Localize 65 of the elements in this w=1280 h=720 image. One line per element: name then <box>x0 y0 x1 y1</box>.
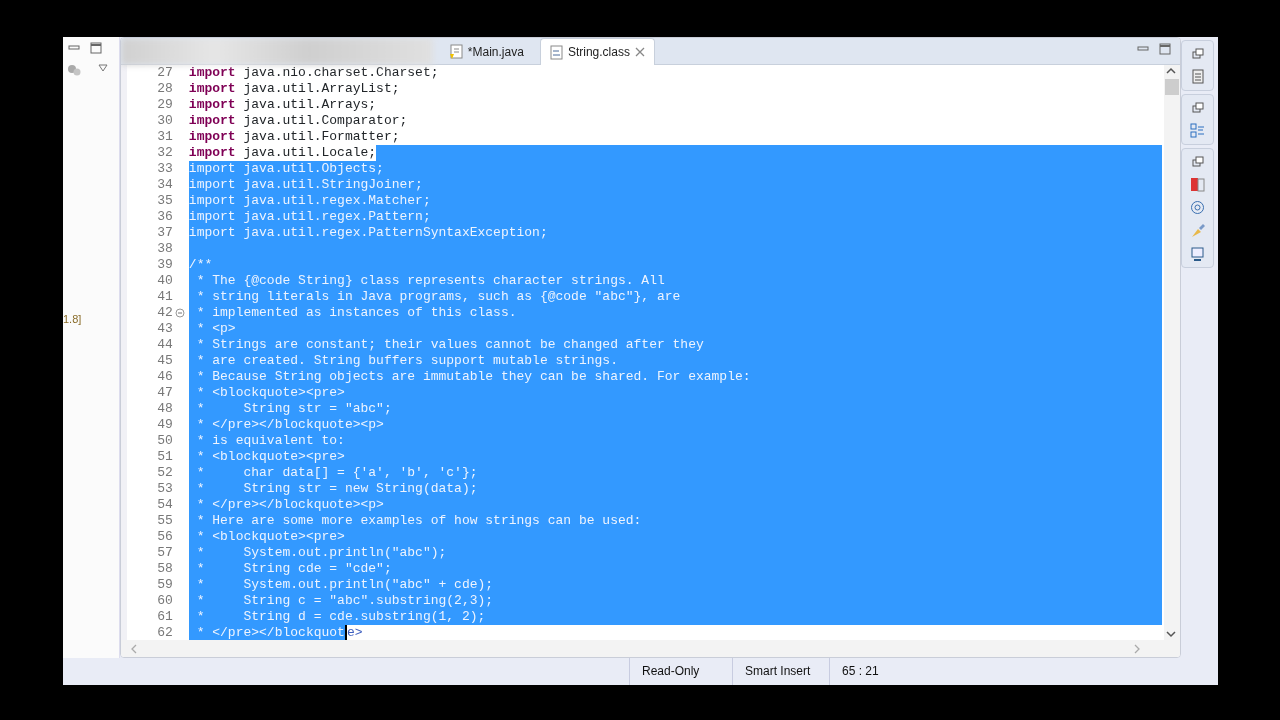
line-number: 38 <box>156 241 173 257</box>
vertical-scrollbar[interactable] <box>1164 65 1181 641</box>
line-number: 42 <box>126 305 173 321</box>
panel-label: 1.8] <box>63 312 83 327</box>
line-number: 57 <box>156 545 173 561</box>
line-number: 58 <box>156 561 173 577</box>
line-number: 40 <box>156 273 173 289</box>
line-number: 55 <box>156 513 173 529</box>
file-icon <box>448 44 464 59</box>
maximize-icon[interactable] <box>89 41 103 55</box>
status-field: Read-Only <box>629 658 732 685</box>
line-number: 50 <box>156 433 173 449</box>
line-number: 52 <box>156 465 173 481</box>
line-number: 56 <box>156 529 173 545</box>
line-number: 60 <box>156 593 173 609</box>
error-log-icon[interactable] <box>1190 177 1206 192</box>
close-icon[interactable] <box>633 46 646 58</box>
line-number: 32 <box>156 145 173 161</box>
line-number: 46 <box>156 369 173 385</box>
restore-icon[interactable] <box>1190 47 1205 61</box>
line-number: 43 <box>156 321 173 337</box>
collapse-icon[interactable] <box>174 308 185 318</box>
restore-icon[interactable] <box>1190 101 1205 115</box>
line-number: 49 <box>156 417 173 433</box>
line-number: 33 <box>156 161 173 177</box>
code-line: import java.util.Comparator; <box>188 113 408 129</box>
line-number: 30 <box>156 113 173 129</box>
line-number: 35 <box>156 193 173 209</box>
outline-icon[interactable] <box>1190 123 1206 138</box>
editor-tab[interactable]: String.class <box>539 38 655 65</box>
status-field: 65 : 21 <box>829 658 909 685</box>
line-number: 28 <box>156 81 173 97</box>
line-number: 47 <box>156 385 173 401</box>
code-line: e> <box>346 625 363 641</box>
line-number: 29 <box>156 97 173 113</box>
line-number: 59 <box>156 577 173 593</box>
line-number: 54 <box>156 497 173 513</box>
line-number: 45 <box>156 353 173 369</box>
editor-tab[interactable]: *Main.java <box>440 38 532 65</box>
line-number: 34 <box>156 177 173 193</box>
line-number: 37 <box>156 225 173 241</box>
line-number: 48 <box>156 401 173 417</box>
line-number: 44 <box>156 337 173 353</box>
status-field: Smart Insert <box>732 658 829 685</box>
horizontal-scrollbar[interactable] <box>120 640 1181 657</box>
code-line: import java.nio.charset.Charset; <box>188 65 439 81</box>
brush-icon[interactable] <box>1190 223 1206 238</box>
code-line: import java.util.ArrayList; <box>188 81 400 97</box>
line-number: 61 <box>156 609 173 625</box>
line-number: 27 <box>156 65 173 81</box>
scrollbar-thumb[interactable] <box>1165 79 1180 95</box>
line-number: 39 <box>156 257 173 273</box>
document-icon[interactable] <box>1190 69 1206 84</box>
code-line: import java.util.Arrays; <box>188 97 377 113</box>
line-number: 41 <box>156 289 173 305</box>
line-number: 51 <box>156 449 173 465</box>
line-number: 62 <box>156 625 173 641</box>
console-icon[interactable] <box>1190 246 1206 261</box>
code-line: import java.util.Formatter; <box>188 129 400 145</box>
code-line: import java.util.Locale; <box>188 145 377 161</box>
line-number: 36 <box>156 209 173 225</box>
file-icon <box>548 44 564 60</box>
line-number: 53 <box>156 481 173 497</box>
restore-icon[interactable] <box>1190 155 1205 169</box>
line-number: 31 <box>156 129 173 145</box>
